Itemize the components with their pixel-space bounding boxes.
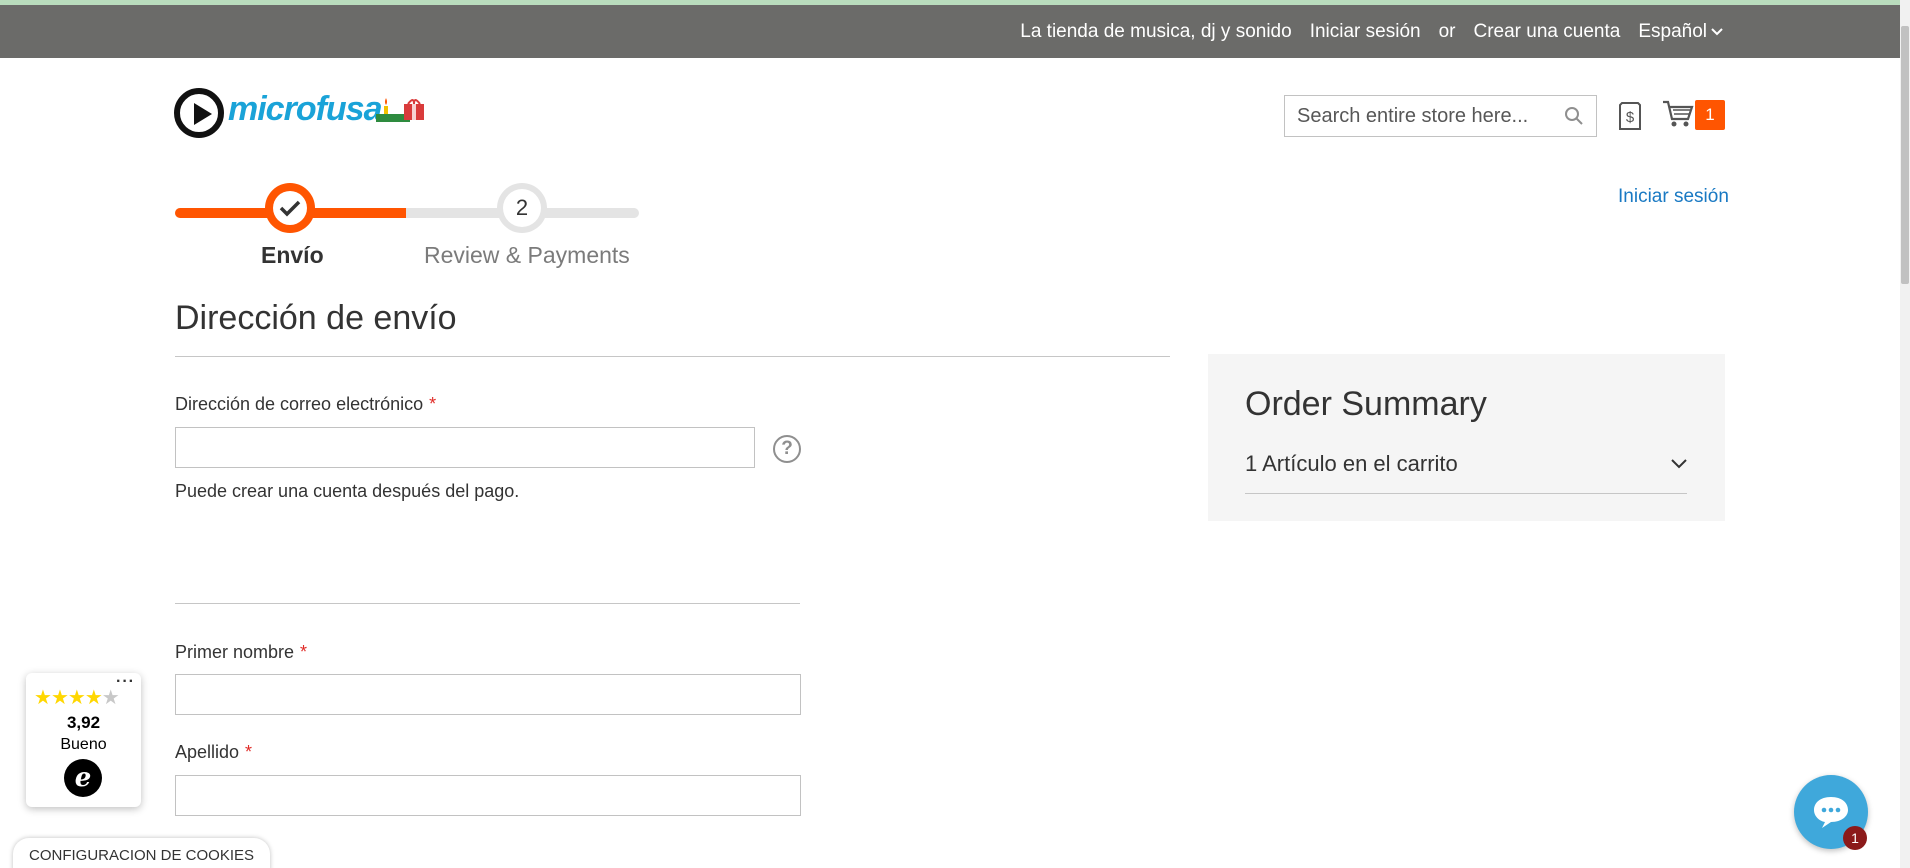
search-placeholder: Search entire store here...	[1297, 104, 1529, 127]
play-icon	[174, 88, 224, 138]
lastname-label: Apellido *	[175, 742, 252, 763]
site-logo[interactable]: microfusa	[174, 88, 426, 142]
required-marker: *	[245, 742, 253, 762]
store-tagline: La tienda de musica, dj y sonido	[1020, 20, 1292, 42]
order-summary: Order Summary 1 Artículo en el carrito	[1208, 354, 1725, 521]
birthday-cake-icon	[376, 98, 424, 122]
step-shipping-marker	[265, 183, 315, 233]
lastname-field[interactable]	[175, 775, 801, 816]
order-summary-title: Order Summary	[1245, 385, 1487, 423]
email-label-text: Dirección de correo electrónico	[175, 394, 424, 414]
step-review-label: Review & Payments	[424, 242, 630, 268]
email-field[interactable]	[175, 427, 755, 468]
header-or-text: or	[1438, 20, 1456, 42]
create-account-note: Puede crear una cuenta después del pago.	[175, 481, 520, 501]
search-icon[interactable]	[1564, 106, 1584, 126]
header-signin-link[interactable]: Iniciar sesión	[1310, 21, 1421, 43]
step-number: 2	[503, 189, 541, 227]
language-switcher[interactable]: Español	[1638, 21, 1723, 43]
chevron-down-icon	[1711, 27, 1723, 35]
checkout-signin-link[interactable]: Iniciar sesión	[1618, 186, 1729, 208]
cookie-settings-button[interactable]: CONFIGURACION DE COOKIES	[13, 838, 271, 868]
step-review-marker: 2	[497, 183, 547, 233]
header-bar: La tienda de musica, dj y sonido Iniciar…	[0, 5, 1900, 58]
cart-count-badge[interactable]: 1	[1695, 100, 1725, 130]
scrollbar-thumb[interactable]	[1901, 26, 1909, 284]
chat-notification-badge: 1	[1843, 826, 1867, 850]
cart-items-toggle[interactable]: 1 Artículo en el carrito	[1245, 451, 1687, 477]
chevron-down-icon	[1671, 459, 1687, 469]
rating-score: 3,92	[66, 713, 101, 732]
required-marker: *	[429, 394, 437, 414]
search-input[interactable]: Search entire store here...	[1284, 95, 1597, 137]
chat-bubble-icon	[1814, 797, 1848, 828]
help-icon[interactable]: ?	[773, 435, 801, 463]
trusted-shops-logo-icon: e	[64, 759, 102, 797]
star-icon: ★	[34, 687, 52, 709]
star-icon: ★	[67, 687, 86, 709]
lastname-label-text: Apellido	[175, 742, 240, 762]
form-divider	[175, 603, 800, 604]
summary-divider	[1245, 493, 1687, 494]
more-options-icon[interactable]: ···	[116, 673, 135, 691]
rating-stars: ★★★★★	[34, 685, 120, 710]
step-shipping-label: Envío	[261, 242, 324, 268]
cart-items-count: 1 Artículo en el carrito	[1245, 451, 1458, 476]
trusted-shops-rating-widget[interactable]: ··· ★★★★★ 3,92 Bueno e	[26, 673, 141, 807]
section-divider	[175, 356, 1170, 357]
header-links: La tienda de musica, dj y sonido Iniciar…	[1020, 5, 1723, 58]
shipping-address-title: Dirección de envío	[175, 299, 457, 337]
email-label: Dirección de correo electrónico *	[175, 394, 436, 415]
star-icon: ★	[84, 687, 103, 709]
rating-label: Bueno	[60, 736, 107, 753]
logo-text: microfusa	[228, 90, 382, 128]
shopping-cart-icon[interactable]	[1662, 99, 1694, 129]
svg-text:$: $	[1626, 109, 1635, 126]
firstname-field[interactable]	[175, 674, 801, 715]
firstname-label-text: Primer nombre	[175, 642, 295, 662]
star-icon: ★	[50, 687, 69, 709]
price-tag-icon[interactable]: $	[1618, 101, 1642, 131]
required-marker: *	[300, 642, 308, 662]
checkmark-icon	[279, 200, 301, 217]
language-label: Español	[1638, 20, 1707, 42]
page-scrollbar[interactable]	[1900, 0, 1910, 868]
create-account-link[interactable]: Crear una cuenta	[1474, 21, 1621, 43]
star-empty-icon: ★	[101, 687, 120, 709]
firstname-label: Primer nombre *	[175, 642, 307, 663]
